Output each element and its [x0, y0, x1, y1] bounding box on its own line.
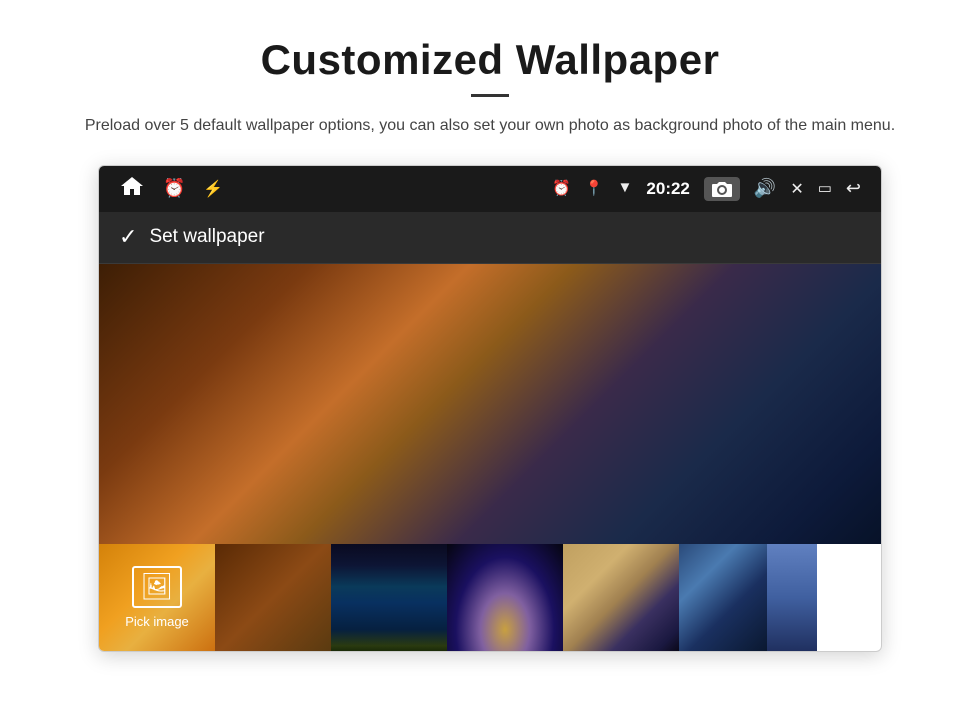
- alarm-right-icon: ⏰: [552, 179, 571, 198]
- status-bar: ⏰ ⚡ ⏰ 📍 ▼ 20:22 🔊 ✕ ▭ ↩: [99, 166, 881, 212]
- volume-icon: 🔊: [754, 178, 776, 199]
- thumbnail-strip: 🖼 Pick image: [99, 544, 881, 651]
- wallpaper-thumb-1[interactable]: [215, 544, 331, 651]
- window-icon: ▭: [818, 179, 832, 198]
- device-frame: ⏰ ⚡ ⏰ 📍 ▼ 20:22 🔊 ✕ ▭ ↩ ✓ Set wallpaper: [98, 165, 882, 652]
- status-bar-right: ⏰ 📍 ▼ 20:22 🔊 ✕ ▭ ↩: [552, 177, 861, 201]
- wallpaper-preview: [99, 264, 881, 544]
- camera-icon[interactable]: [704, 177, 740, 201]
- alarm-icon: ⏰: [163, 178, 185, 199]
- back-icon[interactable]: ↩: [846, 178, 861, 199]
- home-icon[interactable]: [119, 175, 145, 202]
- status-bar-left: ⏰ ⚡: [119, 175, 223, 202]
- wallpaper-thumb-6[interactable]: [767, 544, 817, 651]
- usb-icon: ⚡: [203, 179, 223, 199]
- close-icon[interactable]: ✕: [790, 179, 803, 199]
- page-title: Customized Wallpaper: [60, 36, 920, 84]
- pick-image-icon: 🖼: [132, 566, 181, 608]
- location-icon: 📍: [585, 179, 604, 198]
- wallpaper-thumb-2[interactable]: [331, 544, 447, 651]
- set-wallpaper-title: Set wallpaper: [149, 226, 264, 248]
- title-divider: [471, 94, 509, 97]
- page-header: Customized Wallpaper Preload over 5 defa…: [0, 0, 980, 149]
- wallpaper-thumb-4[interactable]: [563, 544, 679, 651]
- pick-image-button[interactable]: 🖼 Pick image: [99, 544, 215, 651]
- app-bar: ✓ Set wallpaper: [99, 212, 881, 264]
- wallpaper-thumb-3[interactable]: [447, 544, 563, 651]
- wifi-icon: ▼: [618, 180, 633, 197]
- pick-image-label: Pick image: [125, 614, 189, 629]
- wallpaper-thumb-5[interactable]: [679, 544, 767, 651]
- time-display: 20:22: [646, 179, 689, 199]
- page-subtitle: Preload over 5 default wallpaper options…: [80, 113, 900, 139]
- checkmark-icon[interactable]: ✓: [119, 224, 137, 250]
